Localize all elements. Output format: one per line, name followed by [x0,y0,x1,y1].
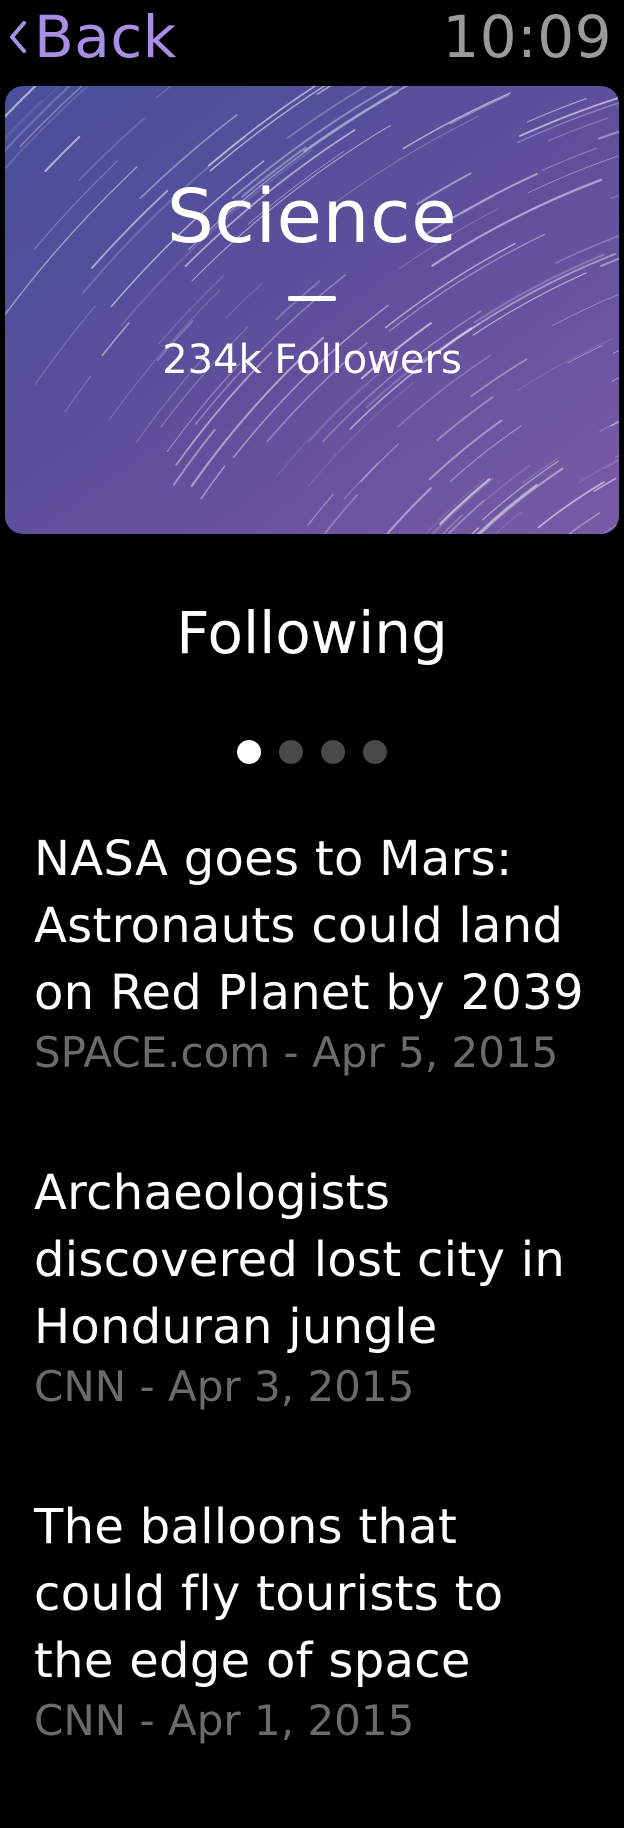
article-title: Archaeologists discovered lost city in H… [34,1165,566,1355]
back-button[interactable]: Back [4,2,177,72]
topic-title: Science [166,174,458,260]
page-dot [321,740,345,764]
title-divider [288,296,336,301]
page-indicator [0,740,624,766]
article-list: NASA goes to Mars: Astronauts could land… [34,826,614,1828]
status-bar: Back 10:09 [0,0,624,76]
page-dot [279,740,303,764]
article-title: NASA goes to Mars: Astronauts could land… [34,831,584,1021]
back-label: Back [34,3,177,71]
article-meta: CNN - Apr 1, 2015 [34,1696,415,1745]
article-item[interactable]: Archaeologists discovered lost city in H… [34,1160,614,1494]
article-item[interactable]: The balloons that could fly tourists to … [34,1494,614,1828]
topic-header-card: Science 234k Followers [5,86,619,534]
page-dot-active [237,740,261,764]
article-meta: CNN - Apr 3, 2015 [34,1362,415,1411]
following-button[interactable]: Following [100,598,524,668]
topic-header-content: Science 234k Followers [5,86,619,534]
chevron-left-icon [10,21,26,53]
article-item[interactable]: NASA goes to Mars: Astronauts could land… [34,826,614,1160]
article-meta: SPACE.com - Apr 5, 2015 [34,1028,559,1077]
clock: 10:09 [442,3,612,71]
article-title: The balloons that could fly tourists to … [34,1499,504,1689]
page-dot [363,740,387,764]
follower-count: 234k Followers [162,337,462,383]
